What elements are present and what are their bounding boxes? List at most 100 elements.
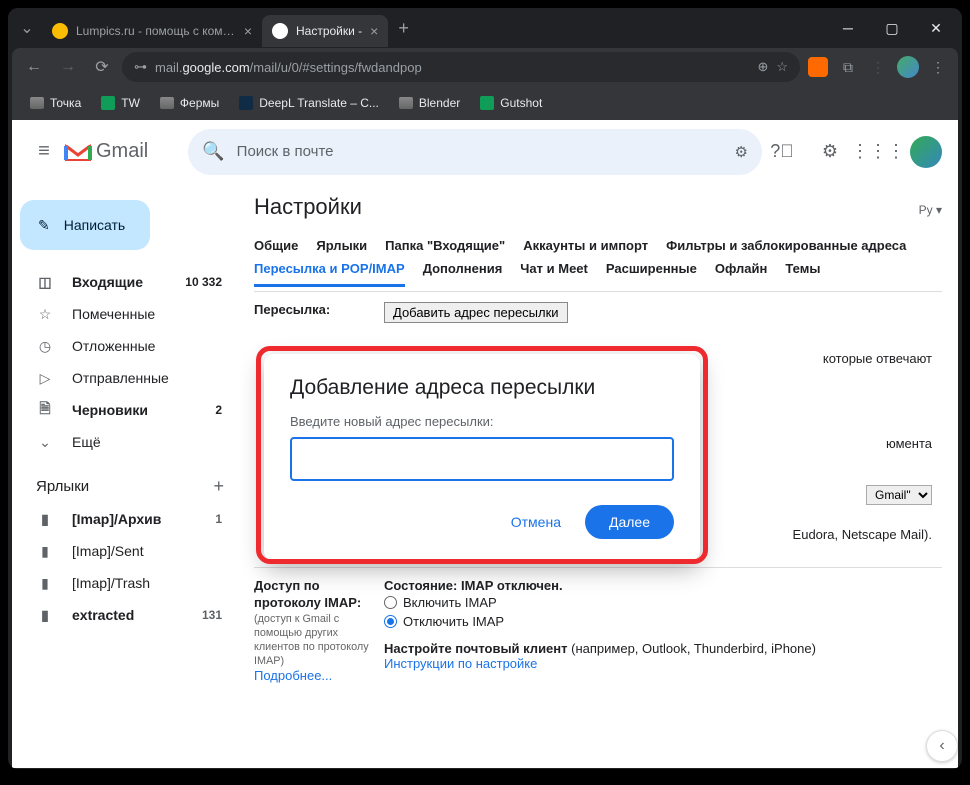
- zoom-icon[interactable]: ⊕: [757, 59, 768, 75]
- maximize-button[interactable]: ▢: [870, 8, 914, 48]
- tab-forwarding[interactable]: Пересылка и POP/IMAP: [254, 261, 405, 287]
- filter-icon[interactable]: ⚙: [735, 143, 748, 161]
- radio-label: Отключить IMAP: [403, 614, 504, 629]
- imap-label: Доступ по протоколу IMAP: (доступ к Gmai…: [254, 578, 384, 685]
- sidebar-inbox[interactable]: ◫Входящие10 332: [12, 266, 234, 298]
- search-placeholder: Поиск в почте: [237, 143, 723, 160]
- folder-icon: [399, 97, 413, 109]
- label-icon: ▮: [36, 511, 54, 528]
- profile-avatar[interactable]: [896, 55, 920, 79]
- scroll-up-button[interactable]: ‹: [926, 730, 958, 762]
- url-input[interactable]: ⊶ mail.google.com/mail/u/0/#settings/fwd…: [122, 52, 800, 82]
- url-text: mail.google.com/mail/u/0/#settings/fwdan…: [155, 60, 749, 75]
- labels-title: Ярлыки: [36, 478, 89, 495]
- gmail-logo[interactable]: Gmail: [64, 140, 148, 163]
- bookmark-item[interactable]: DeepL Translate – C...: [231, 92, 387, 114]
- cancel-button[interactable]: Отмена: [497, 505, 575, 539]
- forwarding-email-input[interactable]: [290, 437, 674, 481]
- folder-icon: [30, 97, 44, 109]
- nav-label: Отправленные: [72, 370, 169, 386]
- bookmark-label: Gutshot: [500, 96, 542, 110]
- tab-addons[interactable]: Дополнения: [423, 261, 503, 287]
- tab-labels[interactable]: Ярлыки: [316, 238, 367, 253]
- label-item[interactable]: ▮[Imap]/Sent: [12, 535, 234, 567]
- new-tab-button[interactable]: +: [388, 18, 419, 39]
- forward-button[interactable]: →: [54, 58, 82, 76]
- compose-button[interactable]: ✎ Написать: [20, 200, 150, 250]
- browser-menu-icon[interactable]: ⋮: [926, 55, 950, 79]
- close-window-button[interactable]: ✕: [914, 8, 958, 48]
- tab-accounts[interactable]: Аккаунты и импорт: [523, 238, 648, 253]
- dialog-title: Добавление адреса пересылки: [290, 376, 674, 400]
- site-info-icon[interactable]: ⊶: [134, 59, 147, 75]
- label-count: 1: [215, 512, 222, 526]
- close-icon[interactable]: ×: [244, 23, 252, 39]
- tab-search-icon[interactable]: ⌄: [12, 13, 42, 43]
- tab-filters[interactable]: Фильтры и заблокированные адреса: [666, 238, 906, 253]
- label-item[interactable]: ▮[Imap]/Trash: [12, 567, 234, 599]
- imap-more-link[interactable]: Подробнее...: [254, 668, 332, 683]
- bookmark-label: Точка: [50, 96, 81, 110]
- bookmark-item[interactable]: Фермы: [152, 92, 227, 114]
- tab-chat[interactable]: Чат и Meet: [520, 261, 588, 287]
- sidebar-sent[interactable]: ▷ Отправленные: [12, 362, 234, 394]
- browser-tab[interactable]: Lumpics.ru - помощь с компью ×: [42, 15, 262, 47]
- sidebar-drafts[interactable]: 🗎 Черновики 2: [12, 394, 234, 426]
- apps-grid-icon[interactable]: ⋮⋮⋮: [858, 132, 898, 172]
- extension-fox-icon[interactable]: [806, 55, 830, 79]
- add-forwarding-dialog: Добавление адреса пересылки Введите новы…: [264, 354, 700, 561]
- tab-offline[interactable]: Офлайн: [715, 261, 768, 287]
- nav-label: Помеченные: [72, 306, 155, 322]
- radio-icon: [384, 615, 397, 628]
- sidebar: ✎ Написать ◫Входящие10 332 ☆Помеченные ◷…: [12, 184, 244, 768]
- label-item[interactable]: ▮extracted131: [12, 599, 234, 631]
- text-fragment: которые отвечают: [823, 351, 932, 366]
- bookmark-item[interactable]: Gutshot: [472, 92, 550, 114]
- bookmarks-bar: Точка TW Фермы DeepL Translate – C... Bl…: [12, 86, 958, 120]
- folder-icon: [160, 97, 174, 109]
- add-label-button[interactable]: +: [213, 476, 224, 497]
- sidebar-starred[interactable]: ☆Помеченные: [12, 298, 234, 330]
- imap-instructions-link[interactable]: Инструкции по настройке: [384, 656, 537, 671]
- imap-state-label: Состояние:: [384, 578, 457, 593]
- hamburger-icon[interactable]: ≡: [24, 140, 64, 163]
- imap-enable-radio[interactable]: Включить IMAP: [384, 593, 942, 612]
- tab-general[interactable]: Общие: [254, 238, 298, 253]
- nav-label: Черновики: [72, 402, 148, 418]
- gear-icon[interactable]: ⚙: [810, 132, 850, 172]
- imap-disable-radio[interactable]: Отключить IMAP: [384, 612, 942, 631]
- label-count: 131: [202, 608, 222, 622]
- bookmark-item[interactable]: Blender: [391, 92, 468, 114]
- add-forwarding-button[interactable]: Добавить адрес пересылки: [384, 302, 568, 323]
- browser-tab-active[interactable]: Настройки - ×: [262, 15, 388, 47]
- text-fragment: юмента: [886, 436, 932, 451]
- send-icon: ▷: [36, 370, 54, 387]
- gmail-m-icon: [64, 142, 92, 162]
- imap-state-value: IMAP отключен.: [461, 578, 563, 593]
- pop-action-select[interactable]: Gmail": [866, 485, 932, 505]
- tab-themes[interactable]: Темы: [785, 261, 820, 287]
- sidebar-snoozed[interactable]: ◷Отложенные: [12, 330, 234, 362]
- search-input[interactable]: 🔍 Поиск в почте ⚙: [188, 129, 762, 175]
- back-button[interactable]: ←: [20, 58, 48, 76]
- minimize-button[interactable]: ─: [826, 8, 870, 48]
- nav-count: 2: [215, 403, 222, 417]
- bookmark-label: Фермы: [180, 96, 219, 110]
- help-icon[interactable]: ?⃝: [762, 132, 802, 172]
- compose-label: Написать: [64, 217, 125, 233]
- label-item[interactable]: ▮[Imap]/Архив1: [12, 503, 234, 535]
- bookmark-icon[interactable]: ☆: [776, 59, 788, 75]
- tab-inbox[interactable]: Папка "Входящие": [385, 238, 505, 253]
- bookmark-item[interactable]: TW: [93, 92, 148, 114]
- tab-advanced[interactable]: Расширенные: [606, 261, 697, 287]
- next-button[interactable]: Далее: [585, 505, 674, 539]
- language-selector[interactable]: Ру ▾: [919, 203, 942, 217]
- extensions-icon[interactable]: ⧉: [836, 55, 860, 79]
- close-icon[interactable]: ×: [370, 23, 378, 39]
- bookmark-item[interactable]: Точка: [22, 92, 89, 114]
- sidebar-more[interactable]: ⌄Ещё: [12, 426, 234, 458]
- draft-icon: 🗎: [36, 398, 54, 422]
- nav-label: Отложенные: [72, 338, 155, 354]
- reload-button[interactable]: ⟳: [88, 57, 116, 77]
- account-avatar[interactable]: [906, 132, 946, 172]
